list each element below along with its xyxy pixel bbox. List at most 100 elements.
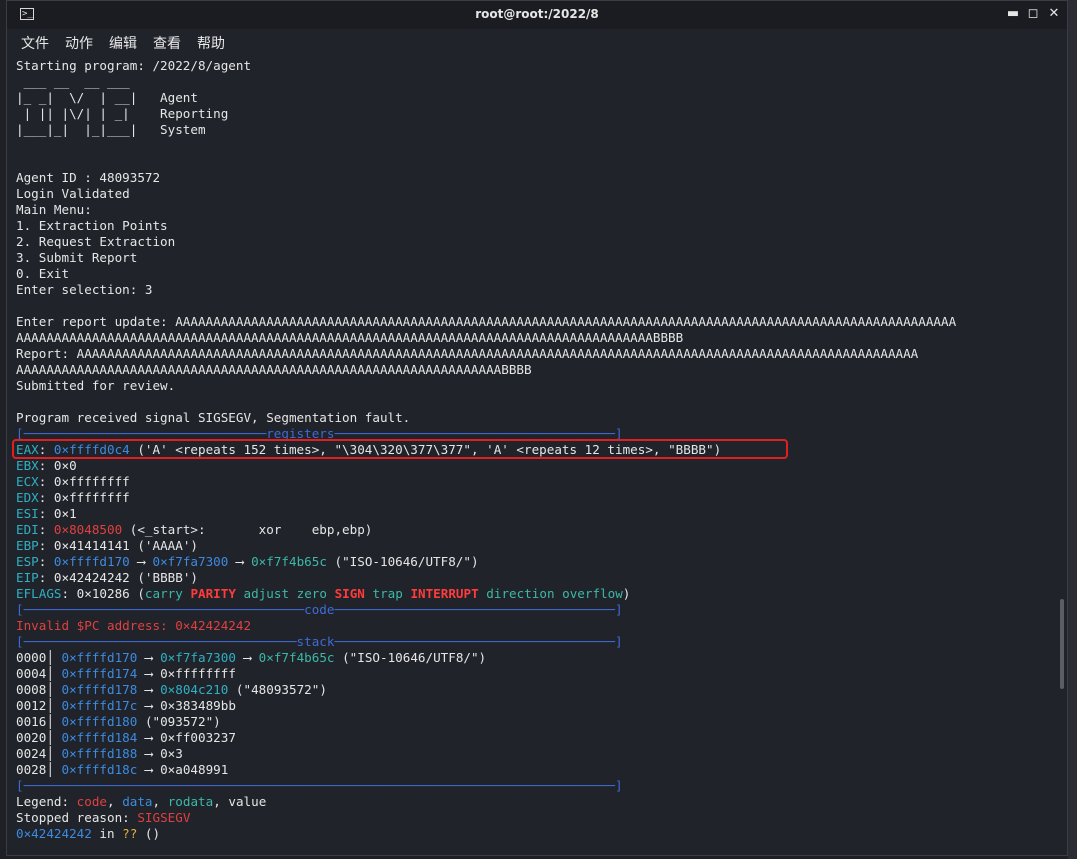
stack-row: 0028│ 0×ffffd18c ⟶ 0×a048991 xyxy=(16,762,1061,778)
stack-offset: 0000 xyxy=(16,650,47,665)
end-rule-text: [───────────────────────────────────────… xyxy=(16,778,623,793)
title-bar[interactable]: >_ root@root:/2022/8 ▬ ◻ ✕ xyxy=(7,1,1067,29)
menu-action[interactable]: 动作 xyxy=(65,33,93,53)
terminal-window: >_ root@root:/2022/8 ▬ ◻ ✕ 文件 动作 编辑 查看 帮… xyxy=(6,0,1068,856)
separator: : xyxy=(38,538,54,553)
close-button[interactable]: ✕ xyxy=(1046,6,1062,22)
stack-separator: │ xyxy=(46,762,62,777)
stopped-label: Stopped reason: xyxy=(16,810,138,825)
register-value: 0×ffffffff xyxy=(53,490,130,505)
register-name: EFLAGS xyxy=(16,586,62,601)
legend-line: Legend: code, data, rodata, value xyxy=(16,794,1061,810)
stack-row: 0000│ 0×ffffd170 ⟶ 0×f7fa7300 ⟶ 0×f7f4b6… xyxy=(16,650,1061,666)
arrow: ⟶ xyxy=(137,698,161,713)
comma: , xyxy=(107,794,123,809)
stack-row: 0024│ 0×ffffd188 ⟶ 0×3 xyxy=(16,746,1061,762)
register-value: 0×41414141 ('AAAA') xyxy=(53,538,198,553)
stack-address: 0×ffffd174 xyxy=(61,666,138,681)
eflag-direction: direction xyxy=(486,586,555,601)
stack-value: 0×ff003237 xyxy=(160,730,236,745)
register-value: 0×42424242 ('BBBB') xyxy=(53,570,198,585)
stack-separator: │ xyxy=(46,746,62,761)
separator: : xyxy=(38,554,54,569)
register-esi: ESI: 0×1 xyxy=(16,506,1061,522)
stopped-reason: SIGSEGV xyxy=(137,810,191,825)
start-text: Starting program: /2022/8/agent xyxy=(16,58,252,73)
legend-label: Legend: xyxy=(16,794,77,809)
session-line: Enter selection: 3 xyxy=(16,282,1061,298)
separator: : xyxy=(38,570,54,585)
legend-code: code xyxy=(76,794,108,809)
window-title: root@root:/2022/8 xyxy=(475,7,599,21)
minimize-button[interactable]: ▬ xyxy=(1005,6,1021,22)
eflag-interrupt: INTERRUPT xyxy=(410,586,479,601)
invalid-pc-line: Invalid $PC address: 0×42424242 xyxy=(16,618,1061,634)
stack-row: 0020│ 0×ffffd184 ⟶ 0×ff003237 xyxy=(16,730,1061,746)
stack-row: 0004│ 0×ffffd174 ⟶ 0×ffffffff xyxy=(16,666,1061,682)
register-value: 0×1 xyxy=(53,506,77,521)
session-text: Main Menu: xyxy=(16,202,92,217)
stopped-line: Stopped reason: SIGSEGV xyxy=(16,810,1061,826)
session-line: Main Menu: xyxy=(16,202,1061,218)
eflags-value: 0×10286 xyxy=(76,586,130,601)
start-line: Starting program: /2022/8/agent xyxy=(16,58,1061,74)
submitted-text: Submitted for review. xyxy=(16,378,176,393)
stack-address: 0×ffffd170 xyxy=(61,650,138,665)
register-name: EIP xyxy=(16,570,39,585)
eflag-trap: trap xyxy=(372,586,403,601)
end-rule: [───────────────────────────────────────… xyxy=(16,778,1061,794)
register-address: 0×f7f4b65c xyxy=(251,554,327,569)
stack-value: ("ISO-10646/UTF8/") xyxy=(334,650,487,665)
stack-offset: 0004 xyxy=(16,666,47,681)
register-detail: (<_start>: xor ebp,ebp) xyxy=(122,522,373,537)
stack-separator: │ xyxy=(46,698,62,713)
stack-offset: 0008 xyxy=(16,682,47,697)
stack-separator: │ xyxy=(46,650,62,665)
menu-edit[interactable]: 编辑 xyxy=(109,33,137,53)
stack-value: 0×383489bb xyxy=(160,698,236,713)
register-value: 0×ffffffff xyxy=(53,474,130,489)
stack-address: 0×ffffd184 xyxy=(61,730,138,745)
report-echo-line: Report: AAAAAAAAAAAAAAAAAAAAAAAAAAAAAAAA… xyxy=(16,346,1061,362)
final-function: ?? xyxy=(122,826,138,841)
stack-address: 0×ffffd178 xyxy=(61,682,138,697)
banner-line: |___|_| |_|___| System xyxy=(16,122,1061,138)
final-line: 0×42424242 in ?? () xyxy=(16,826,1061,842)
eflag-sign: SIGN xyxy=(334,586,365,601)
separator: : xyxy=(38,506,54,521)
maximize-button[interactable]: ◻ xyxy=(1025,6,1041,22)
stack-value: 0×3 xyxy=(160,746,183,761)
stack-value: 0×f7f4b65c xyxy=(258,650,335,665)
menu-help[interactable]: 帮助 xyxy=(197,33,225,53)
stack-value: 0×f7fa7300 xyxy=(160,650,236,665)
register-ebp: EBP: 0×41414141 ('AAAA') xyxy=(16,538,1061,554)
final-address: 0×42424242 xyxy=(16,826,92,841)
legend-data: data xyxy=(122,794,153,809)
scrollbar-thumb[interactable] xyxy=(1060,599,1064,689)
register-name: ECX xyxy=(16,474,39,489)
separator: : xyxy=(38,522,54,537)
report-input-text: Enter report update: AAAAAAAAAAAAAAAAAAA… xyxy=(16,314,957,329)
session-line: 0. Exit xyxy=(16,266,1061,282)
stack-offset: 0028 xyxy=(16,762,47,777)
background-window-edge xyxy=(1068,0,1077,859)
eflag-adjust: adjust xyxy=(243,586,290,601)
stack-value: ("093572") xyxy=(144,714,221,729)
arrow: ⟶ xyxy=(137,666,161,681)
menu-file[interactable]: 文件 xyxy=(21,33,49,53)
report-input-line: AAAAAAAAAAAAAAAAAAAAAAAAAAAAAAAAAAAAAAAA… xyxy=(16,330,1061,346)
menu-view[interactable]: 查看 xyxy=(153,33,181,53)
report-echo-line: AAAAAAAAAAAAAAAAAAAAAAAAAAAAAAAAAAAAAAAA… xyxy=(16,362,1061,378)
register-edi: EDI: 0×8048500 (<_start>: xor ebp,ebp) xyxy=(16,522,1061,538)
banner-text: | || |\/| | _| Reporting xyxy=(16,106,229,121)
final-parens: () xyxy=(137,826,161,841)
register-address: 0×8048500 xyxy=(53,522,123,537)
session-text: 1. Extraction Points xyxy=(16,218,168,233)
